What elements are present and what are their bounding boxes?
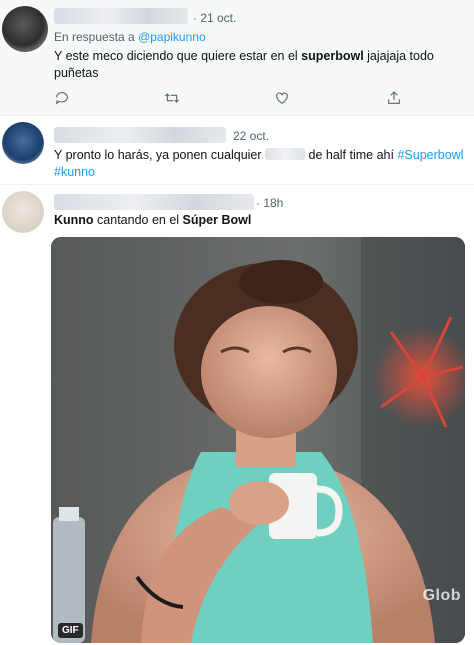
like-icon bbox=[276, 92, 288, 104]
tweet-timestamp[interactable]: · 21 oct. bbox=[193, 11, 236, 25]
share-button[interactable] bbox=[386, 90, 404, 108]
share-icon bbox=[388, 91, 400, 104]
avatar[interactable] bbox=[2, 6, 48, 52]
tweet-text-part: Y este meco diciendo que quiere estar en… bbox=[54, 49, 302, 63]
tweet-text-bold: Súper Bowl bbox=[182, 213, 252, 227]
tweet-actions bbox=[54, 90, 414, 108]
tweet-timestamp[interactable]: · 18h bbox=[256, 196, 283, 210]
media-watermark: Glob bbox=[422, 587, 461, 604]
author-name-blurred[interactable] bbox=[54, 194, 254, 210]
retweet-icon bbox=[164, 93, 180, 103]
reply-prefix: En respuesta a bbox=[54, 30, 139, 44]
retweet-button[interactable] bbox=[164, 90, 182, 108]
tweet-text: Kunno cantando en el Súper Bowl bbox=[54, 212, 454, 229]
author-name-blurred[interactable] bbox=[54, 127, 226, 143]
author-name-blurred[interactable] bbox=[54, 8, 188, 24]
tweet-text: Y pronto lo harás, ya ponen cualquier de… bbox=[54, 147, 470, 181]
tweet-text: Y este meco diciendo que quiere estar en… bbox=[54, 48, 464, 82]
gif-frame-image bbox=[51, 237, 465, 643]
hashtag-link[interactable]: #kunno bbox=[54, 165, 95, 179]
like-button[interactable] bbox=[274, 90, 292, 108]
reply-mention-link[interactable]: @papikunno bbox=[138, 30, 206, 44]
tweet-text-part: Y pronto lo harás, ya ponen cualquier bbox=[54, 148, 266, 162]
tweet-text-part: jajajaja todo bbox=[363, 49, 434, 63]
reply-context: En respuesta a @papikunno bbox=[54, 30, 206, 44]
tweet-text-part: de half time ahí bbox=[305, 148, 398, 162]
tweet-reply-1[interactable]: · 21 oct. En respuesta a @papikunno Y es… bbox=[0, 0, 474, 116]
reply-icon bbox=[55, 92, 68, 105]
tweet-text-bold: superbowl bbox=[301, 49, 364, 63]
tweet-text-part: cantando en el bbox=[93, 213, 183, 227]
tweet-media-gif[interactable]: Glob GIF bbox=[51, 237, 465, 643]
tweet-text-bold: Kunno bbox=[54, 213, 94, 227]
blurred-word bbox=[265, 148, 306, 160]
avatar[interactable] bbox=[2, 191, 44, 233]
reply-button[interactable] bbox=[54, 90, 72, 108]
avatar[interactable] bbox=[2, 122, 44, 164]
tweet-timestamp[interactable]: 22 oct. bbox=[233, 129, 269, 143]
gif-badge: GIF bbox=[58, 623, 83, 638]
tweet-text-part: puñetas bbox=[54, 66, 99, 80]
hashtag-link[interactable]: #Superbowl bbox=[397, 148, 463, 162]
